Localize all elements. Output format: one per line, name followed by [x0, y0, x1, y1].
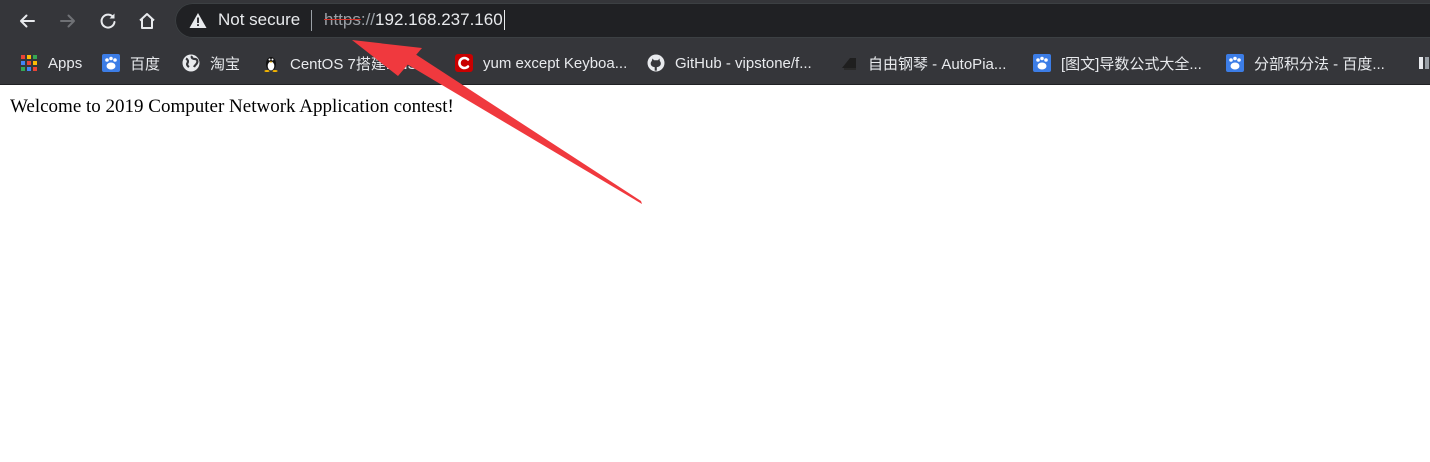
bookmarks-bar: Apps 百度 淘宝 CentOS 7搭建DNS... yum except K… — [0, 42, 1430, 85]
welcome-message: Welcome to 2019 Computer Network Applica… — [10, 96, 454, 117]
warning-triangle-icon[interactable] — [189, 12, 207, 29]
back-button[interactable] — [11, 5, 43, 37]
bookmark-derivative-formulas[interactable]: [图文]导数公式大全... — [1033, 52, 1202, 74]
bookmark-label: CentOS 7搭建DNS... — [290, 55, 431, 73]
bookmark-label: 分部积分法 - 百度... — [1254, 55, 1385, 73]
piano-icon — [840, 54, 858, 72]
bookmark-baidu[interactable]: 百度 — [102, 52, 160, 74]
text-caret — [503, 10, 505, 30]
forward-button[interactable] — [52, 5, 84, 37]
github-octocat-icon — [647, 54, 665, 72]
browser-window: Not secure https://192.168.237.160 Apps — [0, 0, 1430, 462]
bookmark-label: 淘宝 — [210, 55, 241, 73]
truncated-bookmark-icon — [1415, 54, 1430, 72]
baidu-paw-icon — [1226, 54, 1244, 72]
bookmark-yum-except[interactable]: yum except Keyboa... — [455, 52, 627, 74]
bookmark-label: yum except Keyboa... — [483, 54, 628, 72]
browser-toolbar: Not secure https://192.168.237.160 — [0, 0, 1430, 42]
bookmark-label: [图文]导数公式大全... — [1061, 55, 1202, 73]
bookmark-autopiano[interactable]: 自由钢琴 - AutoPia... — [840, 52, 1006, 74]
bookmark-github[interactable]: GitHub - vipstone/f... — [647, 52, 812, 74]
globe-icon — [182, 54, 200, 72]
reload-icon — [100, 13, 116, 29]
url-host: 192.168.237.160 — [375, 10, 503, 29]
url-scheme: https — [324, 10, 361, 29]
address-bar[interactable]: Not secure https://192.168.237.160 — [175, 3, 1430, 38]
bookmark-integration-by-parts[interactable]: 分部积分法 - 百度... — [1226, 52, 1385, 74]
csdn-c-icon — [455, 54, 473, 72]
bookmark-label: GitHub - vipstone/f... — [675, 54, 812, 72]
omnibox-divider — [311, 10, 312, 31]
bookmark-centos-dns[interactable]: CentOS 7搭建DNS... — [262, 52, 430, 74]
apps-grid-icon — [20, 54, 38, 72]
tux-penguin-icon — [262, 54, 280, 72]
arrow-left-icon — [20, 14, 35, 28]
bookmark-label: 自由钢琴 - AutoPia... — [868, 55, 1007, 73]
url-text[interactable]: https://192.168.237.160 — [324, 10, 505, 30]
reload-button[interactable] — [92, 5, 124, 37]
bookmark-taobao[interactable]: 淘宝 — [182, 52, 240, 74]
bookmark-label: Apps — [48, 54, 83, 72]
page-content: Welcome to 2019 Computer Network Applica… — [0, 85, 1430, 462]
url-separator: :// — [360, 10, 376, 29]
home-icon — [139, 13, 155, 29]
baidu-paw-icon — [102, 54, 120, 72]
bookmark-apps[interactable]: Apps — [20, 52, 82, 74]
baidu-paw-icon — [1033, 54, 1051, 72]
arrow-right-icon — [60, 14, 75, 28]
bookmark-label: 百度 — [130, 55, 161, 73]
home-button[interactable] — [131, 5, 163, 37]
bookmark-overflow[interactable] — [1415, 52, 1430, 74]
security-status-label[interactable]: Not secure — [218, 10, 300, 30]
